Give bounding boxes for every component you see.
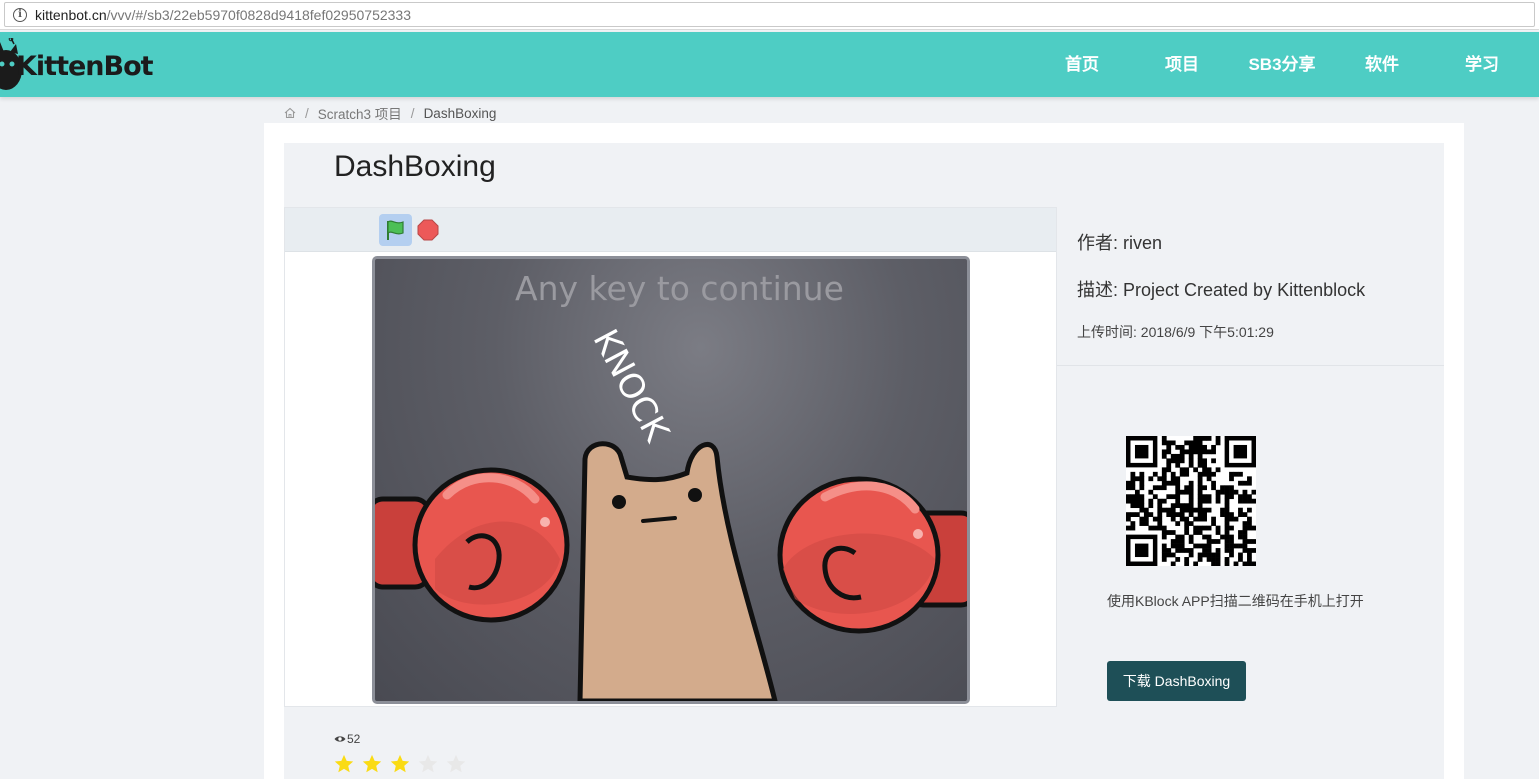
browser-address-bar: i kittenbot.cn/vvv/#/sb3/22eb5970f0828d9… bbox=[0, 0, 1539, 30]
view-count-value: 52 bbox=[347, 732, 361, 746]
breadcrumb-separator: / bbox=[305, 105, 309, 121]
star-icon[interactable] bbox=[332, 753, 356, 775]
project-stage[interactable]: Any key to continue KNOCK bbox=[372, 256, 970, 704]
home-icon[interactable] bbox=[284, 107, 296, 119]
project-author: 作者: riven bbox=[1077, 233, 1163, 253]
star-rating[interactable] bbox=[332, 753, 472, 775]
project-description: 描述: Project Created by Kittenblock bbox=[1077, 280, 1366, 300]
bean-character bbox=[577, 441, 778, 701]
star-icon[interactable] bbox=[388, 753, 412, 775]
nav-home[interactable]: 首页 bbox=[1052, 32, 1112, 97]
star-icon[interactable] bbox=[444, 753, 468, 775]
upload-time: 上传时间: 2018/6/9 下午5:01:29 bbox=[1077, 324, 1274, 340]
right-boxing-glove bbox=[777, 476, 967, 634]
breadcrumb-current: DashBoxing bbox=[423, 105, 497, 121]
left-boxing-glove bbox=[375, 467, 570, 623]
view-count: 52 bbox=[334, 732, 360, 746]
nav-sb3-share[interactable]: SB3分享 bbox=[1242, 32, 1322, 97]
star-icon[interactable] bbox=[360, 753, 384, 775]
green-flag-icon bbox=[387, 220, 404, 240]
logo-text: KittenBot bbox=[16, 51, 154, 82]
stop-sign-icon bbox=[417, 219, 439, 241]
player-toolbar bbox=[285, 208, 1056, 252]
info-icon[interactable]: i bbox=[13, 7, 27, 22]
qr-code bbox=[1126, 436, 1257, 567]
download-button[interactable]: 下载 DashBoxing bbox=[1107, 661, 1246, 701]
boxing-scene-illustration bbox=[375, 441, 967, 701]
info-divider bbox=[1057, 365, 1444, 366]
breadcrumb-scratch3-projects[interactable]: Scratch3 项目 bbox=[318, 103, 402, 123]
url-field[interactable]: i kittenbot.cn/vvv/#/sb3/22eb5970f0828d9… bbox=[4, 2, 1535, 27]
nav-software[interactable]: 软件 bbox=[1352, 32, 1412, 97]
qr-code-image bbox=[1126, 436, 1257, 567]
scratch-player: Any key to continue KNOCK bbox=[284, 207, 1057, 707]
nav-learn[interactable]: 学习 bbox=[1452, 32, 1512, 97]
stop-button[interactable] bbox=[417, 219, 439, 241]
breadcrumb-separator: / bbox=[410, 105, 415, 121]
site-header: KittenBot 首页 项目 SB3分享 软件 学习 bbox=[0, 32, 1539, 97]
star-icon[interactable] bbox=[416, 753, 440, 775]
url-text[interactable]: kittenbot.cn/vvv/#/sb3/22eb5970f0828d941… bbox=[35, 7, 411, 23]
kittenbot-logo[interactable]: KittenBot bbox=[0, 38, 154, 92]
breadcrumb: / Scratch3 项目 / DashBoxing bbox=[284, 104, 496, 122]
green-flag-button[interactable] bbox=[379, 214, 412, 246]
nav-projects[interactable]: 项目 bbox=[1152, 32, 1212, 97]
eye-icon bbox=[334, 736, 346, 742]
project-title: DashBoxing bbox=[334, 150, 496, 183]
qr-caption: 使用KBlock APP扫描二维码在手机上打开 bbox=[1107, 593, 1364, 609]
